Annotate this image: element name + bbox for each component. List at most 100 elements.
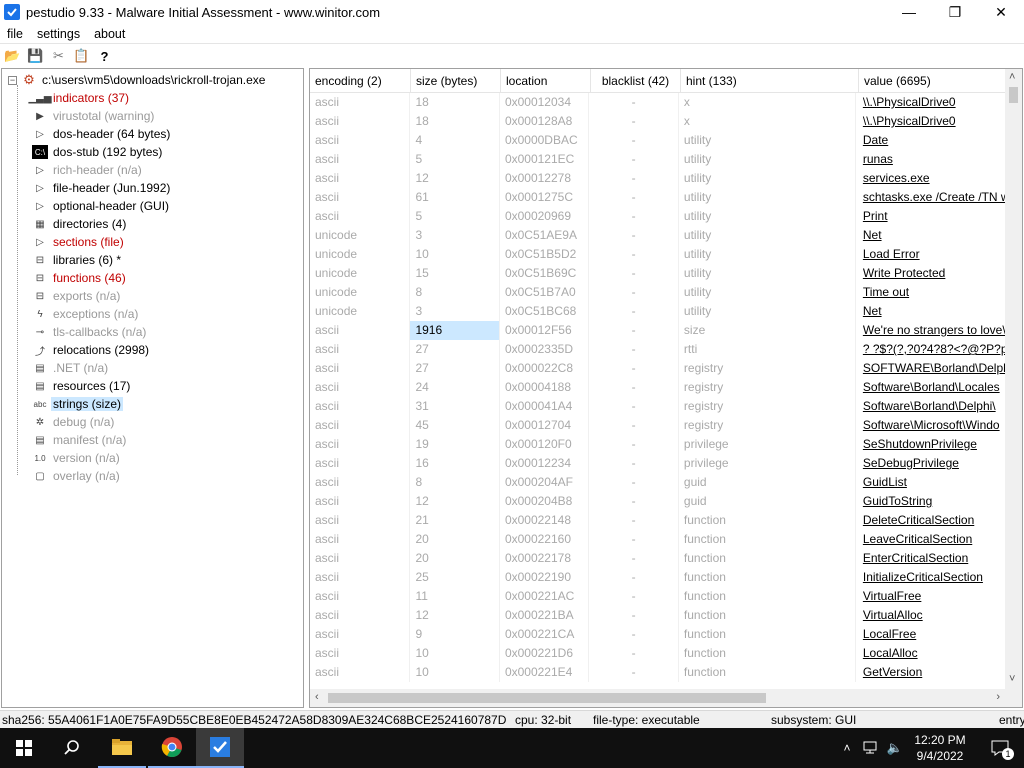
table-row[interactable]: ascii 21 0x00022148- function DeleteCritical… [310,511,1007,530]
tree-item[interactable]: ⊸ tls-callbacks (n/a) [32,323,148,341]
pestudio-taskbar-button[interactable] [196,728,244,768]
table-row[interactable]: unicode 3 0x0C51AE9A - utility Net [310,226,1007,245]
minimize-button[interactable]: — [886,0,932,24]
header-size[interactable]: size (bytes) [411,69,501,93]
scroll-left-arrow-icon[interactable]: ‹ [315,691,319,703]
table-horizontal-scrollbar[interactable]: ‹ › [310,689,1022,707]
tree-item[interactable]: ▷ file-header (Jun.1992) [32,179,172,197]
help-icon[interactable]: ? [95,47,114,66]
table-row[interactable]: ascii 24 0x00004188- registry Software\Borla… [310,378,1007,397]
scroll-right-arrow-icon[interactable]: › [996,691,1000,703]
table-row[interactable]: unicode 8 0x0C51B7A0- utility Time out [310,283,1007,302]
save-icon[interactable]: 💾 [26,47,45,66]
table-row[interactable]: ascii 5 0x00020969- utility Print [310,207,1007,226]
tree-item[interactable]: ▶ virustotal (warning) [32,107,156,125]
tree-item[interactable]: ▤ manifest (n/a) [32,431,128,449]
cell-encoding: ascii [310,188,411,207]
tree-item[interactable]: ▢ overlay (n/a) [32,467,122,485]
table-row[interactable]: ascii 16 0x00012234- privilege SeDebugPrivil… [310,454,1007,473]
file-explorer-button[interactable] [98,728,146,768]
table-row[interactable]: ascii 10 0x000221E4- function GetVersion [310,663,1007,682]
table-row[interactable]: ascii 31 0x000041A4- registry Software\Borla… [310,397,1007,416]
close-button[interactable]: ✕ [978,0,1024,24]
tree-item[interactable]: ▷ rich-header (n/a) [32,161,144,179]
cell-size: 12 [410,169,500,188]
vertical-scrollbar-thumb[interactable] [1009,87,1018,103]
start-button[interactable] [0,728,48,768]
table-row[interactable]: ascii 1916 0x00012F56- size We're no strange… [310,321,1007,340]
table-row[interactable]: ascii 11 0x000221AC - function VirtualFree [310,587,1007,606]
tree-item[interactable]: ▷ dos-header (64 bytes) [32,125,172,143]
scroll-down-arrow-icon[interactable]: ˅ [1009,673,1015,685]
tree-item[interactable]: ⊟ exports (n/a) [32,287,122,305]
header-value[interactable]: value (6695) [859,69,1010,93]
cell-size: 3 [410,302,500,321]
header-encoding[interactable]: encoding (2) [310,69,411,93]
horizontal-scrollbar-thumb[interactable] [328,693,766,703]
table-row[interactable]: ascii 5 0x000121EC - utility runas [310,150,1007,169]
menu-settings[interactable]: settings [30,27,87,41]
tree-item[interactable]: ▁▃▅ indicators (37) [28,89,131,107]
tree-item[interactable]: C:\ dos-stub (192 bytes) [32,143,164,161]
table-row[interactable]: ascii 25 0x00022190- function InitializeCrit… [310,568,1007,587]
cell-blacklist: - [589,226,679,245]
status-subsystem: subsystem: GUI [771,713,857,727]
table-row[interactable]: ascii 18 0x00012034- x \\.\PhysicalDrive0 [310,93,1007,112]
table-row[interactable]: ascii 8 0x000204AF - guid GuidList [310,473,1007,492]
table-row[interactable]: unicode 10 0x0C51B5D2- utility Load Error [310,245,1007,264]
table-row[interactable]: ascii 27 0x0002335D - rtti? ?$?(?,?0?4?8?<?@… [310,340,1007,359]
menu-about[interactable]: about [87,27,132,41]
table-row[interactable]: ascii 27 0x000022C8- registry SOFTWARE\Borla… [310,359,1007,378]
header-blacklist[interactable]: blacklist (42) [591,69,681,93]
table-row[interactable]: ascii 61 0x0001275C - utility schtasks.exe /C… [310,188,1007,207]
cell-blacklist: - [589,606,679,625]
clipboard-icon[interactable]: 📋 [72,47,91,66]
table-row[interactable]: ascii 10 0x000221D6- function LocalAlloc [310,644,1007,663]
chevron-up-icon[interactable]: ˄ [838,728,856,768]
clock[interactable]: 12:20 PM 9/4/2022 [908,728,972,768]
tree-item[interactable]: ▦ directories (4) [32,215,128,233]
volume-icon[interactable]: 🔈 [884,728,906,768]
tree-item[interactable]: ✲ debug (n/a) [32,413,116,431]
tree-item[interactable]: ϟ exceptions (n/a) [32,305,140,323]
tree-item[interactable]: ⊟ functions (46) [32,269,128,287]
table-row[interactable]: ascii 45 0x00012704- registry Software\Micro… [310,416,1007,435]
table-row[interactable]: ascii 12 0x00012278- utility services.exe [310,169,1007,188]
chrome-button[interactable] [148,728,196,768]
network-icon[interactable] [860,728,882,768]
tree-item[interactable]: ⤴ relocations (2998) [32,341,151,359]
tree-item[interactable]: ▷ optional-header (GUI) [32,197,171,215]
tree-item[interactable]: ▤ resources (17) [32,377,132,395]
cell-value: \\.\PhysicalDrive0 [856,93,1007,112]
menu-file[interactable]: file [0,27,30,41]
header-location[interactable]: location [501,69,591,93]
open-folder-icon[interactable]: 📂 [3,47,22,66]
tree-item[interactable]: ▷ sections (file) [32,233,126,251]
tree-item[interactable]: ⊟ libraries (6) * [32,251,123,269]
tree-item[interactable]: ▤ .NET (n/a) [32,359,110,377]
maximize-button[interactable]: ❐ [932,0,978,24]
table-row[interactable]: ascii 9 0x000221CA - function LocalFree [310,625,1007,644]
cell-blacklist: - [589,321,679,340]
table-vertical-scrollbar[interactable]: ˄ ˅ [1005,69,1022,689]
tree-item[interactable]: abc strings (size) [32,395,124,413]
table-row[interactable]: ascii 18 0x000128A8- x \\.\PhysicalDrive0 [310,112,1007,131]
header-hint[interactable]: hint (133) [681,69,859,93]
table-row[interactable]: unicode 3 0x0C51BC68- utility Net [310,302,1007,321]
table-row[interactable]: ascii 12 0x000221BA - function VirtualAlloc [310,606,1007,625]
table-row[interactable]: ascii 4 0x0000DBAC - utility Date [310,131,1007,150]
table-row[interactable]: ascii 19 0x000120F0- privilege SeShutdownPri… [310,435,1007,454]
notification-center-button[interactable]: 1 [980,728,1020,768]
title-bar: pestudio 9.33 - Malware Initial Assessme… [0,0,1024,24]
scroll-up-arrow-icon[interactable]: ˄ [1009,71,1015,83]
table-row[interactable]: ascii 12 0x000204B8- guid GuidToString [310,492,1007,511]
window-title: pestudio 9.33 - Malware Initial Assessme… [26,4,381,20]
collapse-toggle-icon[interactable]: − [8,75,17,85]
table-row[interactable]: unicode 15 0x0C51B69C - utility Write Protect… [310,264,1007,283]
search-button[interactable] [48,728,96,768]
cut-icon[interactable]: ✂ [49,47,68,66]
tree-item[interactable]: 1.0 version (n/a) [32,449,122,467]
table-row[interactable]: ascii 20 0x00022178- function EnterCriticalS… [310,549,1007,568]
tree-root[interactable]: − ⚙ c:\users\vm5\downloads\rickroll-troj… [8,71,267,89]
table-row[interactable]: ascii 20 0x00022160- function LeaveCriticalS… [310,530,1007,549]
